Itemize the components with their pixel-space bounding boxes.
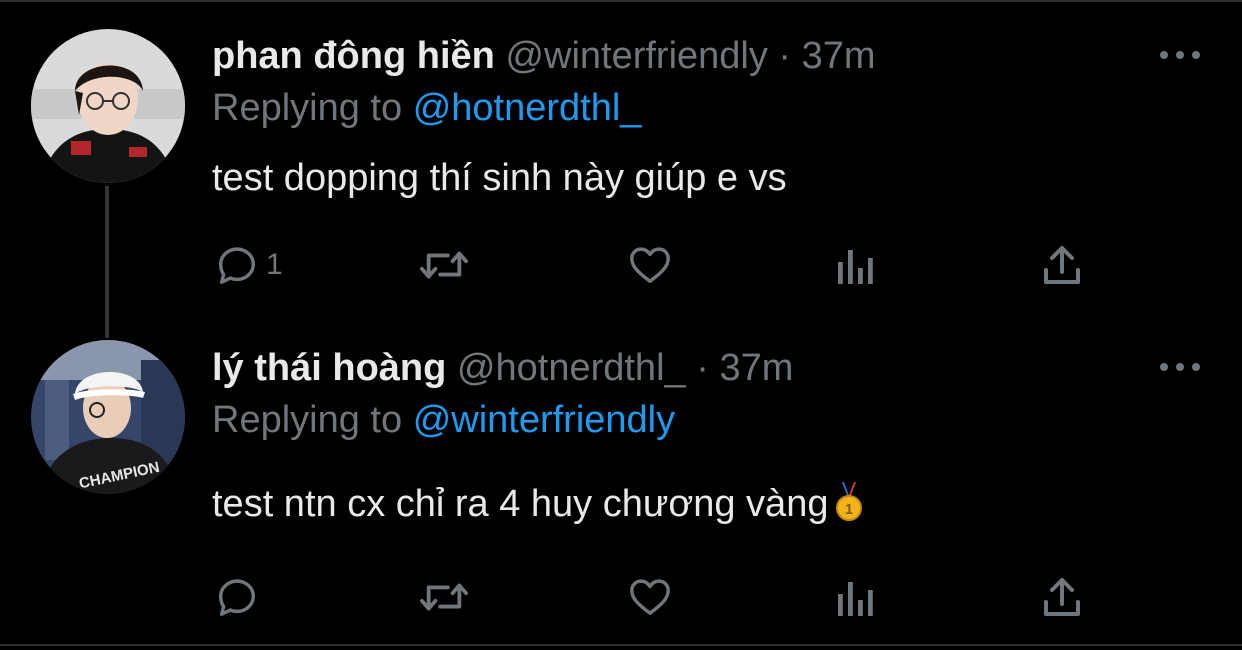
- reply-button[interactable]: [214, 574, 266, 620]
- tweet-text: test dopping thí sinh này giúp e vs: [212, 157, 787, 199]
- heart-icon: [630, 247, 670, 284]
- author-handle[interactable]: @winterfriendly: [505, 35, 767, 77]
- bottom-divider: [0, 644, 1242, 646]
- more-options-icon[interactable]: [1160, 357, 1200, 377]
- svg-text:1: 1: [845, 501, 853, 518]
- replying-prefix: Replying to: [212, 399, 403, 441]
- separator-dot: ·: [778, 35, 792, 77]
- replying-prefix: Replying to: [212, 87, 403, 129]
- analytics-button[interactable]: [834, 578, 878, 618]
- retweet-icon: [420, 251, 468, 279]
- share-button[interactable]: [1040, 242, 1084, 288]
- mention-link[interactable]: @hotnerdthl_: [413, 87, 642, 129]
- tweet-header: lý thái hoàng @hotnerdthl_ · 37m: [212, 344, 793, 392]
- gold-medal-icon: 1: [834, 482, 864, 534]
- share-button[interactable]: [1040, 574, 1084, 620]
- retweet-icon: [420, 583, 468, 611]
- tweet-text-row: test ntn cx chỉ ra 4 huy chương vàng 1: [212, 480, 864, 534]
- reply-icon: [218, 247, 256, 284]
- author-name[interactable]: lý thái hoàng: [212, 347, 446, 389]
- timestamp[interactable]: 37m: [802, 35, 876, 77]
- replying-to: Replying to @winterfriendly: [212, 396, 675, 444]
- heart-icon: [630, 579, 670, 616]
- like-button[interactable]: [626, 574, 674, 620]
- tweet-text: test ntn cx chỉ ra 4 huy chương vàng: [212, 483, 829, 525]
- mention-link[interactable]: @winterfriendly: [413, 399, 675, 441]
- reply-count: 1: [266, 248, 283, 281]
- timestamp[interactable]: 37m: [719, 347, 793, 389]
- avatar[interactable]: [31, 29, 185, 183]
- like-button[interactable]: [626, 242, 674, 288]
- separator-dot: ·: [696, 347, 709, 389]
- author-name[interactable]: phan đông hiền: [212, 35, 495, 77]
- reply-icon: [218, 579, 256, 616]
- analytics-icon: [838, 250, 873, 284]
- more-options-icon[interactable]: [1160, 45, 1200, 65]
- reply-button[interactable]: 1: [214, 242, 283, 288]
- analytics-button[interactable]: [834, 246, 878, 286]
- share-icon: [1044, 246, 1080, 284]
- top-divider: [0, 0, 1242, 2]
- analytics-icon: [838, 582, 873, 616]
- tweet-header: phan đông hiền @winterfriendly · 37m: [212, 32, 876, 80]
- retweet-button[interactable]: [416, 242, 472, 288]
- avatar[interactable]: CHAMPION: [31, 340, 185, 494]
- thread-connector-line: [105, 186, 109, 338]
- replying-to: Replying to @hotnerdthl_: [212, 84, 641, 132]
- retweet-button[interactable]: [416, 574, 472, 620]
- share-icon: [1044, 578, 1080, 616]
- author-handle[interactable]: @hotnerdthl_: [457, 347, 686, 389]
